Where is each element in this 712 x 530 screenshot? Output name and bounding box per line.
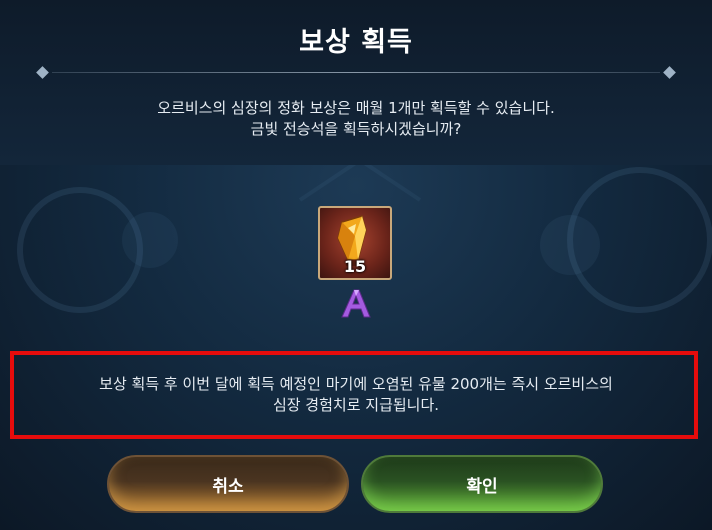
message-line-2: 금빛 전승석을 획득하시겠습니까? [250, 120, 462, 138]
cancel-button-label: 취소 [212, 476, 244, 497]
dialog-header: 보상 획득 오르비스의 심장의 정화 보상은 매월 1개만 획득할 수 있습니다… [0, 0, 712, 165]
header-divider [36, 66, 676, 80]
message-line-1: 오르비스의 심장의 정화 보상은 매월 1개만 획득할 수 있습니다. [157, 99, 555, 117]
notice-text: 보상 획득 후 이번 달에 획득 예정인 마기에 오염된 유물 200개는 즉시… [0, 374, 712, 416]
grade-a-icon [341, 289, 371, 318]
notice-line-2: 심장 경험치로 지급됩니다. [272, 396, 440, 414]
divider-gem-right-icon [663, 66, 676, 79]
cancel-button[interactable]: 취소 [107, 455, 349, 513]
confirm-button-label: 확인 [466, 476, 498, 497]
reward-dialog: 보상 획득 오르비스의 심장의 정화 보상은 매월 1개만 획득할 수 있습니다… [0, 0, 712, 530]
dialog-title: 보상 획득 [299, 27, 413, 58]
divider-gem-left-icon [36, 66, 49, 79]
dialog-message: 오르비스의 심장의 정화 보상은 매월 1개만 획득할 수 있습니다. 금빛 전… [0, 98, 712, 140]
reward-item-count: 15 [343, 257, 367, 276]
reward-item-slot[interactable]: 15 [318, 206, 392, 280]
notice-line-1: 보상 획득 후 이번 달에 획득 예정인 마기에 오염된 유물 200개는 즉시… [99, 375, 613, 393]
confirm-button[interactable]: 확인 [361, 455, 603, 513]
